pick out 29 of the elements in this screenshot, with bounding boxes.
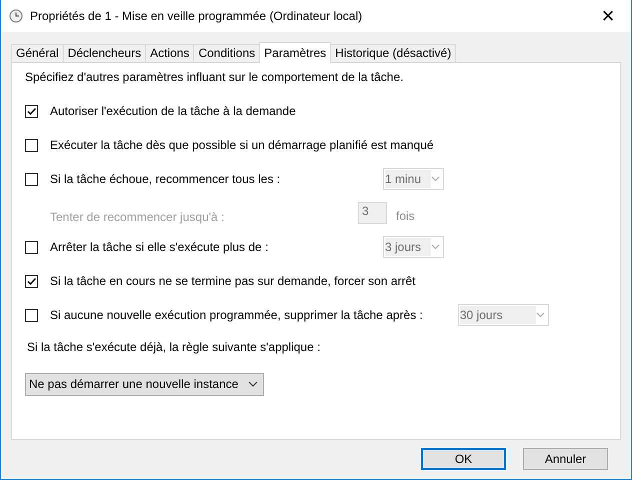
chevron-icon — [536, 312, 545, 318]
tab[interactable]: Paramètres — [259, 42, 332, 63]
checkbox[interactable] — [25, 138, 38, 152]
dropdown[interactable]: Ne pas démarrer une nouvelle instance — [25, 372, 264, 396]
tab[interactable]: Historique (désactivé) — [330, 44, 456, 62]
dialog-button[interactable]: OK — [421, 448, 506, 470]
clock-icon — [9, 9, 23, 23]
checkbox-label: Arrêter la tâche si elle s'exécute plus de : — [50, 239, 270, 256]
chevron-icon — [431, 244, 440, 250]
checkbox-label: Si la tâche en cours ne se termine pas sur demande, forcer son arrêt — [50, 273, 416, 290]
chevron-icon — [248, 381, 258, 387]
unit-label: fois — [396, 208, 415, 225]
checkbox[interactable] — [25, 104, 38, 118]
intro-text: Spécifiez d'autres paramètres influant sur le comportement de la tâche. — [25, 69, 404, 86]
tab[interactable]: Général — [11, 44, 64, 62]
checkbox[interactable] — [25, 172, 38, 186]
checkbox-label: Exécuter la tâche dès que possible si un démarrage planifié est manqué — [50, 137, 434, 154]
checkbox-label: Si la tâche échoue, recommencer tous les : — [50, 171, 282, 188]
window-title: Propriétés de 1 - Mise en veille programmée (Ordinateur local) — [30, 8, 364, 25]
checkbox[interactable] — [25, 240, 38, 254]
chevron-icon — [431, 176, 440, 182]
rule-label: Si la tâche s'exécute déjà, la règle suivante s'applique : — [27, 339, 320, 356]
checkbox-label: Autoriser l'exécution de la tâche à la demande — [50, 103, 297, 120]
dialog-button[interactable]: Annuler — [523, 448, 608, 470]
close-button[interactable]: × — [585, 0, 631, 32]
checkbox[interactable] — [25, 308, 38, 322]
checkbox[interactable] — [25, 274, 38, 288]
checkbox-label: Si aucune nouvelle exécution programmée, supprimer la tâche après : — [50, 307, 423, 324]
option-label: Tenter de recommencer jusqu'à : — [50, 209, 226, 226]
